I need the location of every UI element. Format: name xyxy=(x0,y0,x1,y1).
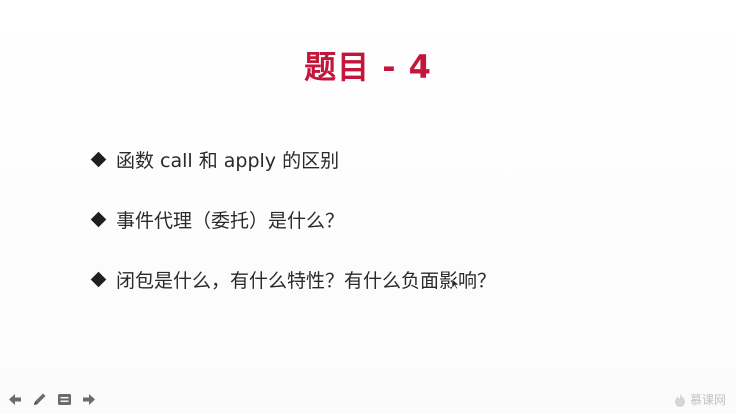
list-item: 事件代理（委托）是什么？ xyxy=(90,206,344,233)
list-item-text: 函数 call 和 apply 的区别 xyxy=(116,150,340,172)
flame-logo-icon xyxy=(674,392,685,407)
diamond-bullet-icon xyxy=(90,152,106,168)
mouse-cursor-icon xyxy=(452,279,460,289)
arrow-right-icon xyxy=(83,394,95,405)
slide-title: 题目 - 4 xyxy=(304,48,432,86)
slideshow-toolbar xyxy=(6,391,98,408)
watermark-text: 慕课网 xyxy=(689,393,726,407)
previous-slide-button[interactable] xyxy=(6,391,23,408)
list-item: 函数 call 和 apply 的区别 xyxy=(90,146,339,173)
menu-icon xyxy=(58,394,71,405)
pen-icon xyxy=(34,393,46,405)
list-item-text: 闭包是什么，有什么特性？有什么负面影响？ xyxy=(116,270,497,292)
arrow-left-icon xyxy=(9,394,21,405)
pen-tool-button[interactable] xyxy=(31,391,48,408)
watermark-logo: 慕课网 xyxy=(674,391,726,408)
diamond-bullet-icon xyxy=(90,272,106,288)
diamond-bullet-icon xyxy=(90,212,106,228)
list-item-text: 事件代理（委托）是什么？ xyxy=(116,210,345,232)
list-item: 闭包是什么，有什么特性？有什么负面影响？ xyxy=(90,266,496,293)
next-slide-button[interactable] xyxy=(81,391,98,408)
presentation-slide: 题目 - 4 函数 call 和 apply 的区别 事件代理（委托）是什么？ … xyxy=(0,0,736,414)
slide-menu-button[interactable] xyxy=(56,391,73,408)
